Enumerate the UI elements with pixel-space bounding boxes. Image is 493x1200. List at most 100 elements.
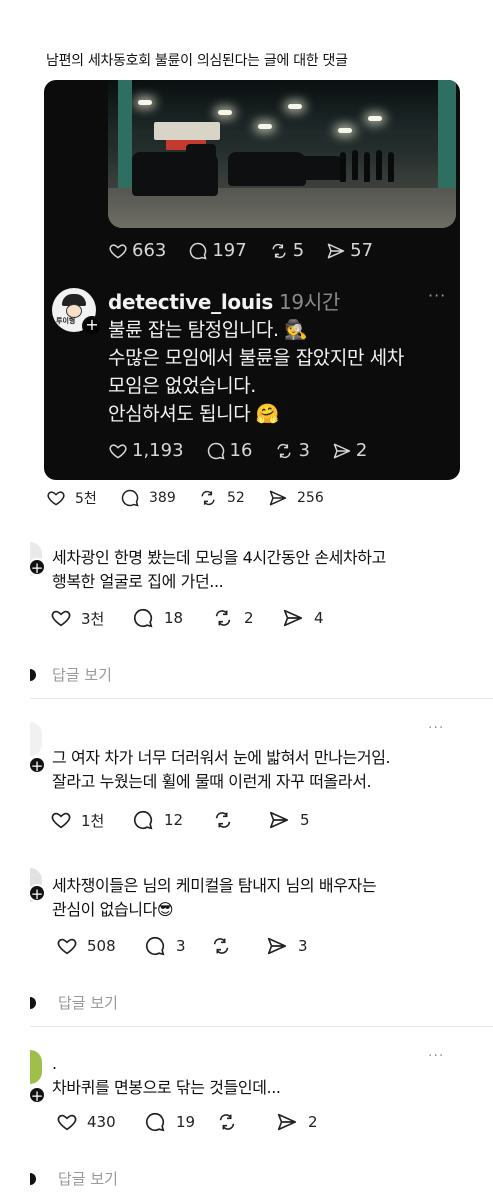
comment-line: 차바퀴를 면봉으로 닦는 것들인데... <box>52 1078 281 1097</box>
comment-count: 16 <box>229 440 253 461</box>
heart-icon <box>51 812 71 829</box>
send-icon <box>283 609 303 627</box>
comment-text: 세차광인 한명 봤는데 모닝을 4시간동안 손세차하고 행복한 얼굴로 집에 가… <box>52 546 386 594</box>
repost-count: 52 <box>227 490 245 506</box>
like-count: 1,193 <box>132 440 184 461</box>
post-comment[interactable]: 16 <box>206 440 253 461</box>
send-icon <box>267 937 287 955</box>
follow-plus-icon[interactable]: + <box>28 756 46 774</box>
post-share[interactable]: 2 <box>332 440 367 461</box>
comment-repost[interactable] <box>216 1111 242 1133</box>
like-count: 5천 <box>75 491 97 507</box>
comment-share[interactable]: 5 <box>268 809 310 831</box>
reply-thread-icon <box>30 1173 36 1185</box>
view-replies-link[interactable]: 답글 보기 <box>58 992 118 1013</box>
comment-icon <box>121 489 139 507</box>
send-icon <box>269 490 287 506</box>
comment-count: 12 <box>164 811 184 829</box>
comment-count: 19 <box>176 1113 196 1131</box>
comment-comment[interactable]: 3 <box>144 935 186 957</box>
heart-icon <box>109 443 127 459</box>
more-options-icon[interactable]: ··· <box>428 720 444 736</box>
more-options-icon[interactable]: ··· <box>428 286 446 305</box>
comment-like[interactable]: 430 <box>56 1111 116 1133</box>
comment-like[interactable]: 1천 <box>50 809 104 831</box>
photo-share[interactable]: 57 <box>326 240 373 261</box>
post-line: 안심하셔도 됩니다 🤗 <box>108 403 280 425</box>
photo-like[interactable]: 663 <box>108 240 166 261</box>
repost-icon <box>277 443 292 458</box>
outer-comment[interactable]: 389 <box>120 488 176 508</box>
comment-icon <box>145 1112 165 1132</box>
comment-prefix: . <box>52 1054 57 1073</box>
repost-icon <box>215 610 231 626</box>
share-count: 3 <box>298 937 308 955</box>
heart-icon <box>47 491 65 506</box>
view-replies-link[interactable]: 답글 보기 <box>58 1168 118 1189</box>
send-icon <box>269 811 289 829</box>
follow-plus-icon[interactable]: + <box>28 1086 46 1104</box>
comment-line: 세차광인 한명 봤는데 모닝을 4시간동안 손세차하고 <box>52 548 386 567</box>
repost-icon <box>215 812 231 828</box>
post-line: 수많은 모임에서 불륜을 잡았지만 세차 <box>108 347 404 369</box>
comment-like[interactable]: 3천 <box>50 607 104 629</box>
heart-icon <box>109 243 127 259</box>
divider <box>30 1026 493 1027</box>
screenshot-title: 남편의 세차동호회 불륜이 의심된다는 글에 대한 댓글 <box>46 53 348 69</box>
post-like[interactable]: 1,193 <box>108 440 184 461</box>
follow-plus-icon[interactable]: + <box>28 558 46 576</box>
like-count: 3천 <box>81 609 105 628</box>
outer-like[interactable]: 5천 <box>46 488 97 508</box>
heart-icon <box>57 1114 77 1131</box>
comment-line: 그 여자 차가 너무 더러워서 눈에 밟혀서 만나는거임. <box>52 748 391 767</box>
comment-text: 세차쟁이들은 님의 케미컬을 탐내지 님의 배우자는 관심이 없습니다😎 <box>52 874 377 922</box>
post-line: 불륜 잡는 탐정입니다. 🕵 <box>108 319 308 341</box>
more-options-icon[interactable]: ··· <box>428 1048 444 1064</box>
comment-icon <box>207 442 225 460</box>
view-replies-link[interactable]: 답글 보기 <box>52 664 112 685</box>
post-time: 19시간 <box>278 290 341 314</box>
follow-plus-icon[interactable]: + <box>28 884 46 902</box>
comment-share[interactable]: 2 <box>276 1111 318 1133</box>
heart-icon <box>57 938 77 955</box>
comment-icon <box>133 608 153 628</box>
comment-count: 3 <box>176 937 186 955</box>
comment-line: 세차쟁이들은 님의 케미컬을 탐내지 님의 배우자는 <box>52 876 377 895</box>
post-author[interactable]: detective_louis 19시간 <box>108 286 340 315</box>
photo-share-count: 57 <box>350 240 374 261</box>
follow-plus-icon[interactable]: + <box>82 316 102 336</box>
like-count: 430 <box>87 1113 116 1131</box>
parking-lot-photo[interactable] <box>108 80 456 228</box>
outer-repost[interactable]: 52 <box>198 488 245 508</box>
comment-comment[interactable]: 12 <box>132 809 183 831</box>
heart-icon <box>51 610 71 627</box>
share-count: 5 <box>300 811 310 829</box>
comment-share[interactable]: 3 <box>266 935 308 957</box>
comment-comment[interactable]: 18 <box>132 607 183 629</box>
comment-repost[interactable]: 2 <box>212 607 254 629</box>
comment-line: 관심이 없습니다😎 <box>52 900 174 919</box>
divider <box>30 698 493 699</box>
comment-repost[interactable] <box>212 809 238 831</box>
comment-repost[interactable] <box>210 935 236 957</box>
like-count: 1천 <box>81 811 105 830</box>
repost-icon <box>272 243 286 258</box>
post-repost[interactable]: 3 <box>274 440 310 461</box>
share-count: 2 <box>355 440 368 461</box>
comment-like[interactable]: 508 <box>56 935 116 957</box>
comment-comment[interactable]: 19 <box>144 1111 195 1133</box>
avatar[interactable] <box>30 722 42 756</box>
comment-text: 그 여자 차가 너무 더러워서 눈에 밟혀서 만나는거임. 잘라고 누웠는데 휠… <box>52 746 391 794</box>
photo-repost[interactable]: 5 <box>269 240 304 261</box>
photo-comment[interactable]: 197 <box>188 240 247 261</box>
repost-count: 3 <box>298 440 310 461</box>
comment-share[interactable]: 4 <box>282 607 324 629</box>
username[interactable]: detective_louis <box>108 290 273 314</box>
send-icon <box>333 443 351 458</box>
avatar[interactable] <box>30 1050 42 1084</box>
comment-icon <box>190 242 207 260</box>
photo-like-count: 663 <box>132 240 167 261</box>
photo-repost-count: 5 <box>292 240 305 261</box>
outer-share[interactable]: 256 <box>268 488 324 508</box>
send-icon <box>277 1113 297 1131</box>
